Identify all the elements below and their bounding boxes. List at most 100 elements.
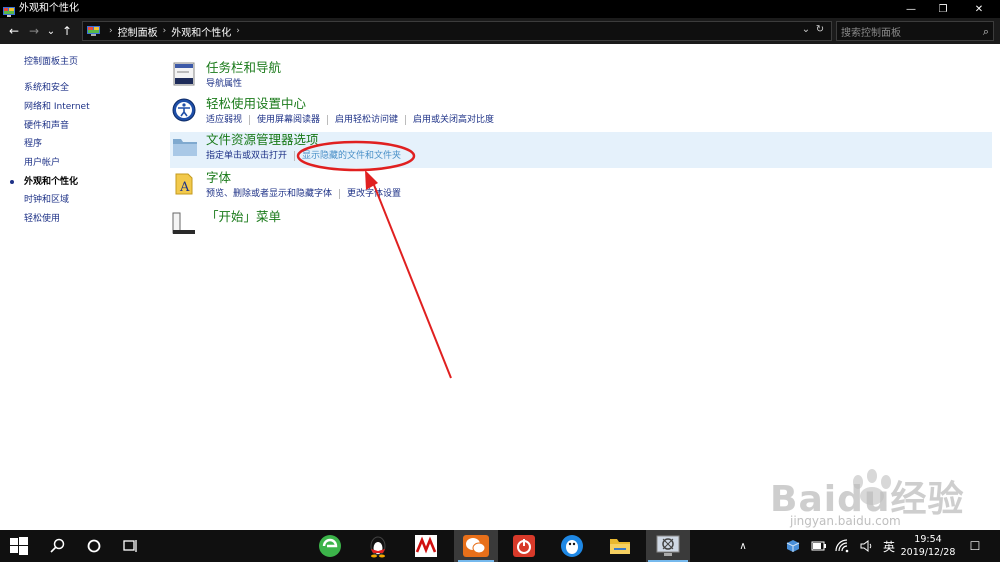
up-button[interactable]: ↑ <box>58 18 76 44</box>
link-separator <box>327 115 329 125</box>
category-title[interactable]: 任务栏和导航 <box>206 60 281 76</box>
file-explorer-icon <box>610 539 630 554</box>
qq-penguin-icon <box>370 536 386 558</box>
start-menu-icon <box>172 211 196 235</box>
wechat-icon <box>463 535 489 557</box>
control-panel-taskbar-icon <box>656 535 680 556</box>
taskbar-icon <box>172 62 196 86</box>
recent-locations-button[interactable]: ⌄ <box>44 18 58 44</box>
windows-logo-icon <box>10 537 28 555</box>
folder-icon <box>172 134 197 158</box>
link-separator <box>339 189 341 199</box>
search-input[interactable]: 搜索控制面板 ⌕ <box>836 21 994 41</box>
search-icon[interactable]: ⌕ <box>983 25 989 39</box>
input-method-indicator[interactable]: 英 <box>880 530 898 562</box>
sidebar-item-network[interactable]: 网络和 Internet <box>24 101 90 113</box>
taskbar-app-wechat[interactable] <box>454 530 498 562</box>
sidebar-item-ease-of-access[interactable]: 轻松使用 <box>24 213 60 225</box>
category-title[interactable]: 轻松使用设置中心 <box>206 96 306 112</box>
title-bar: 外观和个性化 — ❐ ✕ <box>0 0 1000 18</box>
minimize-button[interactable]: — <box>896 0 926 18</box>
breadcrumb-separator: › <box>109 26 113 36</box>
link-separator <box>294 151 296 161</box>
fonts-icon: A <box>172 172 196 196</box>
show-hidden-icons-button[interactable]: ∧ <box>734 530 752 562</box>
notification-center-icon[interactable]: ☐ <box>962 530 988 562</box>
breadcrumb-separator: › <box>236 26 240 36</box>
svg-text:A: A <box>179 180 190 195</box>
clock-date: 2019/12/28 <box>900 547 956 558</box>
forward-button[interactable]: → <box>24 18 44 44</box>
sidebar-item-control-panel-home[interactable]: 控制面板主页 <box>24 56 78 68</box>
taskbar-app-control-panel[interactable] <box>646 530 690 562</box>
link-low-vision[interactable]: 适应弱视 <box>206 114 242 126</box>
sidebar-item-system-security[interactable]: 系统和安全 <box>24 82 69 94</box>
taskbar-app-blue-penguin[interactable] <box>554 530 590 562</box>
address-box[interactable]: › 控制面板 › 外观和个性化 › ⌄ ↻ <box>82 21 832 41</box>
window-title: 外观和个性化 <box>19 3 79 14</box>
task-view-button[interactable] <box>116 530 144 562</box>
category-title[interactable]: 文件资源管理器选项 <box>206 132 319 148</box>
clock[interactable]: 19:54 2019/12/28 <box>898 533 958 559</box>
close-button[interactable]: ✕ <box>964 0 994 18</box>
tray-box-icon[interactable] <box>784 530 802 562</box>
browser-icon <box>319 535 341 557</box>
cortana-icon <box>87 539 101 553</box>
battery-icon[interactable] <box>810 530 828 562</box>
link-high-contrast[interactable]: 启用或关闭高对比度 <box>413 114 494 126</box>
breadcrumb-appearance[interactable]: 外观和个性化 <box>171 24 231 39</box>
link-navigation-properties[interactable]: 导航属性 <box>206 78 242 90</box>
sidebar-item-appearance[interactable]: 外观和个性化 <box>24 176 78 188</box>
maximize-button[interactable]: ❐ <box>928 0 958 18</box>
control-panel-icon <box>87 25 100 37</box>
task-view-icon <box>123 540 137 552</box>
link-accessibility-keys[interactable]: 启用轻松访问键 <box>335 114 398 126</box>
search-placeholder: 搜索控制面板 <box>841 27 901 39</box>
start-button[interactable] <box>4 530 34 562</box>
taskbar-app-qq[interactable] <box>360 530 396 562</box>
taskbar: ∧ 英 19:54 2019/12/28 ☐ <box>0 530 1000 562</box>
blue-penguin-icon <box>561 535 583 557</box>
refresh-icon[interactable]: ↻ <box>813 24 827 35</box>
breadcrumb-control-panel[interactable]: 控制面板 <box>118 24 158 39</box>
volume-icon[interactable] <box>858 530 876 562</box>
taskbar-app-360-browser[interactable] <box>312 530 348 562</box>
search-button[interactable] <box>44 530 72 562</box>
ease-of-access-icon <box>172 98 196 122</box>
category-fonts: A 字体 预览、删除或者显示和隐藏字体 更改字体设置 <box>170 170 992 206</box>
control-panel-icon <box>3 3 15 17</box>
category-ease-of-access: 轻松使用设置中心 适应弱视 使用屏幕阅读器 启用轻松访问键 启用或关闭高对比度 <box>170 96 992 132</box>
category-title[interactable]: 字体 <box>206 170 231 186</box>
watermark-url: jingyan.baidu.com <box>790 514 901 528</box>
taskbar-app-red-document[interactable] <box>408 530 444 562</box>
breadcrumb-separator: › <box>162 26 167 36</box>
link-separator <box>405 115 407 125</box>
clock-time: 19:54 <box>914 534 942 545</box>
navigation-bar: ← → ⌄ ↑ › 控制面板 › 外观和个性化 › ⌄ ↻ 搜索控制面板 ⌕ <box>0 18 1000 44</box>
sidebar-item-clock-region[interactable]: 时钟和区域 <box>24 194 69 206</box>
cortana-button[interactable] <box>80 530 108 562</box>
link-show-hidden-files[interactable]: 显示隐藏的文件和文件夹 <box>302 150 401 162</box>
power-icon <box>513 535 535 557</box>
wifi-icon[interactable] <box>834 530 852 562</box>
taskbar-app-file-explorer[interactable] <box>602 530 638 562</box>
link-change-font-settings[interactable]: 更改字体设置 <box>347 188 401 200</box>
active-indicator <box>10 180 14 184</box>
category-start-menu: 「开始」菜单 <box>170 209 992 245</box>
sidebar: 控制面板主页 系统和安全 网络和 Internet 硬件和声音 程序 用户帐户 … <box>0 44 160 530</box>
sidebar-item-user-accounts[interactable]: 用户帐户 <box>24 157 60 169</box>
link-preview-fonts[interactable]: 预览、删除或者显示和隐藏字体 <box>206 188 332 200</box>
category-file-explorer-options: 文件资源管理器选项 指定单击或双击打开 显示隐藏的文件和文件夹 <box>170 132 992 168</box>
sidebar-item-programs[interactable]: 程序 <box>24 138 42 150</box>
link-screen-reader[interactable]: 使用屏幕阅读器 <box>257 114 320 126</box>
link-separator <box>249 115 251 125</box>
category-taskbar-navigation: 任务栏和导航 导航属性 <box>170 60 992 96</box>
link-single-double-click[interactable]: 指定单击或双击打开 <box>206 150 287 162</box>
back-button[interactable]: ← <box>4 18 24 44</box>
red-app-icon <box>415 535 437 557</box>
sidebar-item-hardware-sound[interactable]: 硬件和声音 <box>24 120 69 132</box>
taskbar-search-icon <box>50 538 65 553</box>
address-dropdown-icon[interactable]: ⌄ <box>799 24 813 35</box>
taskbar-app-power[interactable] <box>506 530 542 562</box>
category-title[interactable]: 「开始」菜单 <box>206 209 281 225</box>
